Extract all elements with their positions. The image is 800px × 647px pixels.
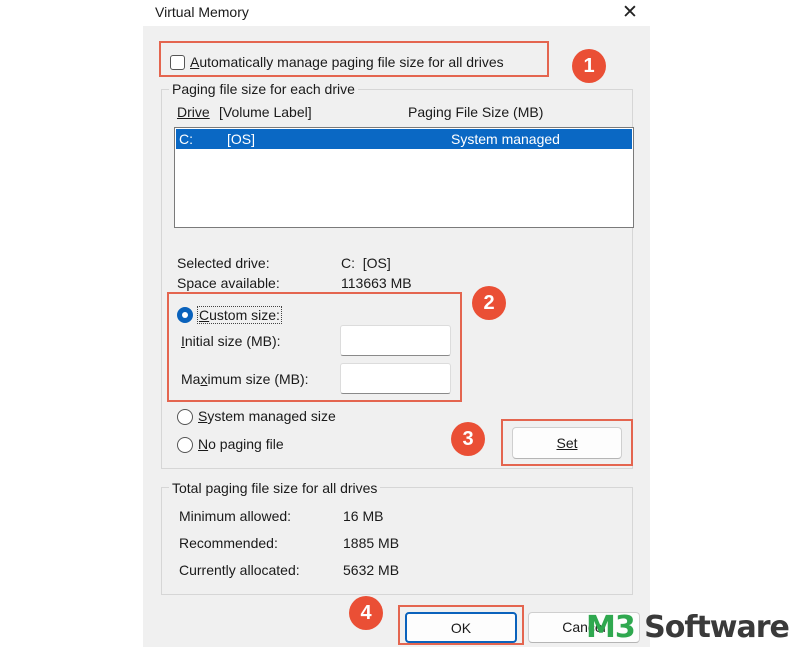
- step-badge-1: 1: [572, 49, 606, 83]
- space-available-value: 113663 MB: [341, 275, 412, 291]
- space-available-label: Space available:: [177, 275, 280, 291]
- row-drive: C:: [179, 131, 193, 147]
- row-volume-label: [OS]: [227, 131, 256, 147]
- recommended-value: 1885 MB: [343, 535, 400, 551]
- highlight-auto-manage: [159, 41, 549, 77]
- system-managed-radio[interactable]: [177, 409, 193, 425]
- watermark-prefix: M3: [586, 610, 636, 645]
- column-volume-label-header: [Volume Label]: [219, 104, 312, 120]
- selected-drive-value: C: [OS]: [341, 255, 391, 271]
- selected-drive-label: Selected drive:: [177, 255, 270, 271]
- minimum-allowed-value: 16 MB: [343, 508, 384, 524]
- column-drive-text: Drive: [177, 104, 210, 120]
- totals-group-legend: Total paging file size for all drives: [169, 480, 381, 496]
- paging-group-legend: Paging file size for each drive: [169, 81, 358, 97]
- row-size: System managed: [451, 131, 560, 147]
- m3-software-watermark: M3 Software: [586, 610, 790, 645]
- system-managed-mnemonic: S: [198, 408, 208, 424]
- no-paging-mnemonic: N: [198, 436, 209, 452]
- highlight-custom-size: [167, 292, 462, 402]
- system-managed-label[interactable]: System managed size: [198, 408, 336, 424]
- close-icon[interactable]: ✕: [618, 1, 642, 23]
- system-managed-text: ystem managed size: [207, 408, 336, 424]
- minimum-allowed-label: Minimum allowed:: [179, 508, 292, 524]
- drive-list-row[interactable]: C: [OS] System managed: [176, 129, 632, 149]
- column-drive-header: Drive: [177, 104, 210, 120]
- no-paging-radio[interactable]: [177, 437, 193, 453]
- window-title: Virtual Memory: [155, 4, 249, 20]
- step-badge-2: 2: [472, 286, 506, 320]
- no-paging-label[interactable]: No paging file: [198, 436, 284, 452]
- recommended-label: Recommended:: [179, 535, 278, 551]
- step-badge-3: 3: [451, 422, 485, 456]
- column-size-header: Paging File Size (MB): [408, 104, 544, 120]
- currently-allocated-value: 5632 MB: [343, 562, 400, 578]
- highlight-set-button: [501, 419, 633, 466]
- no-paging-text: o paging file: [208, 436, 284, 452]
- watermark-suffix: Software: [634, 610, 790, 645]
- step-badge-4: 4: [349, 596, 383, 630]
- highlight-ok-button: [398, 605, 524, 645]
- currently-allocated-label: Currently allocated:: [179, 562, 300, 578]
